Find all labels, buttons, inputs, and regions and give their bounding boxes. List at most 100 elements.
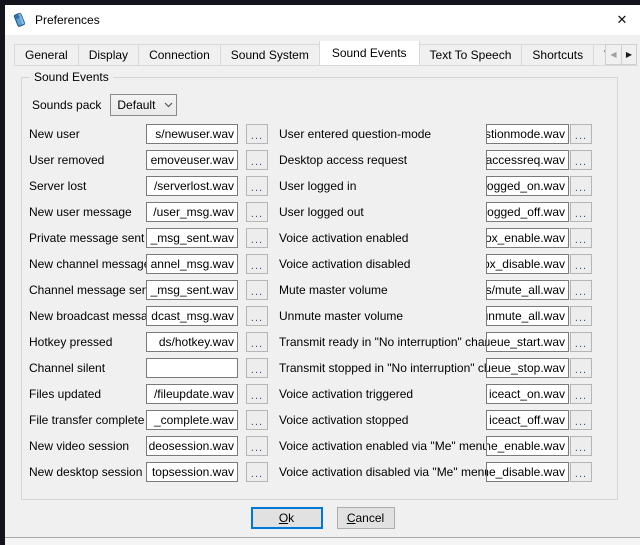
event-label: Transmit ready in "No interruption" chan… [268, 335, 486, 349]
tab-connection[interactable]: Connection [138, 44, 221, 65]
event-label: Voice activation disabled [268, 257, 486, 271]
browse-button[interactable]: ... [570, 410, 592, 430]
event-file-input[interactable]: ueue_stop.wav [486, 358, 569, 378]
event-file-input[interactable]: unmute_all.wav [486, 306, 569, 326]
window-title: Preferences [35, 13, 100, 27]
tab-sound-events[interactable]: Sound Events [319, 41, 420, 65]
sounds-pack-combobox[interactable]: Default [110, 94, 177, 116]
tab-shortcuts[interactable]: Shortcuts [521, 44, 594, 65]
event-file-input[interactable]: iceact_on.wav [486, 384, 569, 404]
event-label: Server lost [29, 179, 146, 193]
event-label: New video session [29, 439, 146, 453]
tab-scroll-buttons: ◀ ▶ [605, 44, 637, 65]
browse-button[interactable]: ... [246, 384, 268, 404]
browse-button[interactable]: ... [246, 202, 268, 222]
event-label: Unmute master volume [268, 309, 486, 323]
tab-scroll-left-icon[interactable]: ◀ [605, 44, 621, 65]
groupbox-title: Sound Events [30, 70, 113, 84]
event-label: Voice activation enabled [268, 231, 486, 245]
event-label: New user message [29, 205, 146, 219]
titlebar[interactable]: Preferences ✕ [5, 5, 640, 35]
browse-button[interactable]: ... [570, 358, 592, 378]
event-label: User logged in [268, 179, 486, 193]
event-file-input[interactable]: annel_msg.wav [146, 254, 238, 274]
browse-button[interactable]: ... [246, 150, 268, 170]
browse-button[interactable]: ... [570, 306, 592, 326]
browse-button[interactable]: ... [570, 228, 592, 248]
event-label: User entered question-mode [268, 127, 486, 141]
event-file-input[interactable]: accessreq.wav [486, 150, 569, 170]
event-file-input[interactable]: ne_disable.wav [486, 462, 569, 482]
browse-button[interactable]: ... [570, 332, 592, 352]
event-file-input[interactable]: /fileupdate.wav [146, 384, 238, 404]
browse-button[interactable]: ... [246, 462, 268, 482]
event-file-input[interactable]: _msg_sent.wav [146, 228, 238, 248]
browse-button[interactable]: ... [246, 124, 268, 144]
browse-button[interactable]: ... [570, 176, 592, 196]
tab-scroll-right-icon[interactable]: ▶ [621, 44, 637, 65]
event-file-input[interactable]: ueue_start.wav [486, 332, 569, 352]
close-button[interactable]: ✕ [604, 5, 640, 35]
event-file-input[interactable]: ox_disable.wav [486, 254, 569, 274]
event-file-input[interactable]: /user_msg.wav [146, 202, 238, 222]
tab-sound-system[interactable]: Sound System [220, 44, 320, 65]
sound-events-groupbox: Sound Events Sounds pack Default New use… [21, 77, 618, 500]
event-label: Mute master volume [268, 283, 486, 297]
preferences-dialog: Preferences ✕ GeneralDisplayConnectionSo… [5, 5, 640, 538]
browse-button[interactable]: ... [570, 202, 592, 222]
browse-button[interactable]: ... [570, 280, 592, 300]
event-file-input[interactable]: ox_enable.wav [486, 228, 569, 248]
browse-button[interactable]: ... [246, 280, 268, 300]
event-file-input[interactable]: dcast_msg.wav [146, 306, 238, 326]
event-label: New broadcast message [29, 309, 146, 323]
event-label: Voice activation triggered [268, 387, 486, 401]
sounds-pack-value: Default [111, 98, 160, 112]
event-file-input[interactable]: _complete.wav [146, 410, 238, 430]
event-label: Channel message sent [29, 283, 146, 297]
event-file-input[interactable]: ne_enable.wav [486, 436, 569, 456]
event-file-input[interactable]: topsession.wav [146, 462, 238, 482]
event-file-input[interactable]: s/newuser.wav [146, 124, 238, 144]
browse-button[interactable]: ... [246, 228, 268, 248]
sounds-pack-label: Sounds pack [32, 98, 101, 112]
browse-button[interactable]: ... [246, 410, 268, 430]
event-label: Desktop access request [268, 153, 486, 167]
browse-button[interactable]: ... [570, 384, 592, 404]
event-file-input[interactable]: s/mute_all.wav [486, 280, 569, 300]
tab-display[interactable]: Display [78, 44, 139, 65]
event-label: Hotkey pressed [29, 335, 146, 349]
event-label: Files updated [29, 387, 146, 401]
browse-button[interactable]: ... [570, 462, 592, 482]
event-file-input[interactable]: ogged_off.wav [486, 202, 569, 222]
event-file-input[interactable]: iceact_off.wav [486, 410, 569, 430]
ok-button[interactable]: Ok [251, 507, 323, 529]
event-label: New desktop session [29, 465, 146, 479]
event-file-input[interactable]: ds/hotkey.wav [146, 332, 238, 352]
event-file-input[interactable]: _msg_sent.wav [146, 280, 238, 300]
event-label: Transmit stopped in "No interruption" ch… [268, 361, 486, 375]
event-label: Channel silent [29, 361, 146, 375]
cancel-button[interactable]: Cancel [337, 507, 395, 529]
event-file-input[interactable]: stionmode.wav [486, 124, 569, 144]
event-file-input[interactable]: logged_on.wav [486, 176, 569, 196]
browse-button[interactable]: ... [246, 358, 268, 378]
dialog-buttons: Ok Cancel [5, 507, 640, 529]
browse-button[interactable]: ... [246, 436, 268, 456]
chevron-down-icon [160, 102, 176, 108]
browse-button[interactable]: ... [246, 306, 268, 326]
browse-button[interactable]: ... [570, 150, 592, 170]
event-file-input[interactable]: emoveuser.wav [146, 150, 238, 170]
event-file-input[interactable]: deosession.wav [146, 436, 238, 456]
tab-text-to-speech[interactable]: Text To Speech [419, 44, 523, 65]
event-label: File transfer complete [29, 413, 146, 427]
events-grid: New users/newuser.wav...User entered que… [29, 121, 592, 485]
browse-button[interactable]: ... [570, 254, 592, 274]
tab-general[interactable]: General [14, 44, 79, 65]
browse-button[interactable]: ... [246, 176, 268, 196]
browse-button[interactable]: ... [570, 124, 592, 144]
event-file-input[interactable] [146, 358, 238, 378]
event-file-input[interactable]: /serverlost.wav [146, 176, 238, 196]
browse-button[interactable]: ... [246, 332, 268, 352]
browse-button[interactable]: ... [570, 436, 592, 456]
browse-button[interactable]: ... [246, 254, 268, 274]
